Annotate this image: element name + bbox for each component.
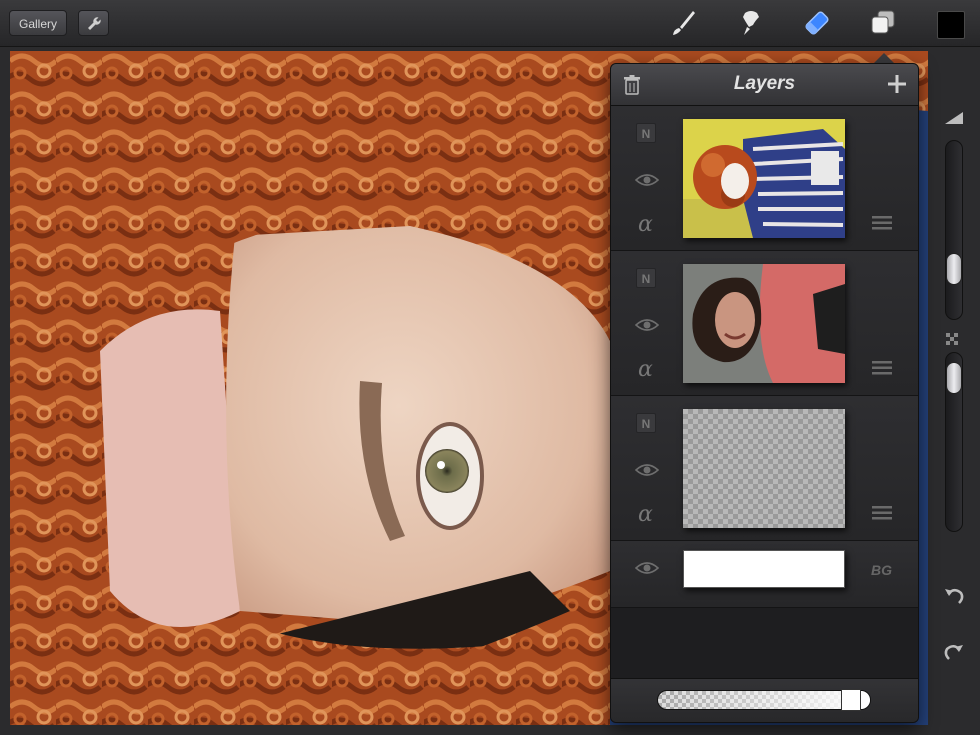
blend-mode-button[interactable]: N	[636, 268, 656, 288]
brush-icon	[673, 11, 695, 35]
blend-mode-button[interactable]: N	[636, 123, 656, 143]
color-swatch[interactable]	[937, 11, 965, 39]
layer-thumbnail	[683, 409, 845, 528]
blend-mode-button[interactable]: N	[636, 413, 656, 433]
brush-opacity-slider-knob[interactable]	[946, 362, 962, 394]
brush-tool-button[interactable]	[666, 7, 700, 39]
eye-icon[interactable]	[635, 172, 659, 188]
eye-icon[interactable]	[635, 462, 659, 478]
actions-button[interactable]	[78, 10, 109, 36]
layer-drag-handle-icon[interactable]	[872, 506, 892, 520]
wrench-icon	[88, 17, 101, 30]
opacity-indicator-icon	[946, 333, 958, 345]
layer-opacity-slider[interactable]	[657, 690, 871, 710]
layer-thumbnail	[683, 264, 845, 383]
brush-size-slider[interactable]	[945, 140, 963, 320]
gallery-button[interactable]: Gallery	[9, 10, 67, 36]
eraser-tool-button[interactable]	[800, 7, 834, 39]
layers-icon	[871, 10, 895, 34]
top-toolbar: Gallery	[0, 0, 980, 47]
layer-opacity-fill	[668, 691, 870, 709]
layer-thumbnail	[683, 119, 845, 238]
layer-row[interactable]: N α	[611, 396, 918, 541]
undo-icon[interactable]	[942, 584, 966, 608]
layers-tool-button[interactable]	[866, 7, 900, 39]
layers-panel-title: Layers	[733, 73, 796, 94]
alpha-lock-icon[interactable]: α	[638, 504, 658, 526]
layers-panel-header: Layers	[611, 64, 918, 106]
layer-opacity-knob[interactable]	[841, 689, 862, 711]
alpha-lock-icon[interactable]: α	[638, 359, 658, 381]
alpha-lock-icon[interactable]: α	[638, 214, 658, 236]
add-layer-icon[interactable]	[885, 72, 909, 96]
layer-row[interactable]: N α	[611, 106, 918, 251]
eye-icon[interactable]	[635, 317, 659, 333]
layer-opacity-bar	[611, 678, 918, 722]
layers-panel: Layers N α N α N α BG	[610, 63, 919, 723]
eye-icon[interactable]	[635, 560, 659, 576]
background-layer-row[interactable]: BG	[611, 541, 918, 608]
smudge-icon	[743, 11, 759, 35]
smudge-tool-button[interactable]	[733, 7, 767, 39]
layer-drag-handle-icon[interactable]	[872, 216, 892, 230]
redo-icon[interactable]	[942, 640, 966, 664]
brush-size-indicator-icon	[945, 112, 963, 124]
layer-row[interactable]: N α	[611, 251, 918, 396]
eraser-icon	[805, 11, 829, 35]
background-color-swatch[interactable]	[683, 550, 845, 588]
layer-drag-handle-icon[interactable]	[872, 361, 892, 375]
background-label: BG	[871, 562, 892, 578]
brush-size-slider-knob[interactable]	[946, 253, 962, 285]
